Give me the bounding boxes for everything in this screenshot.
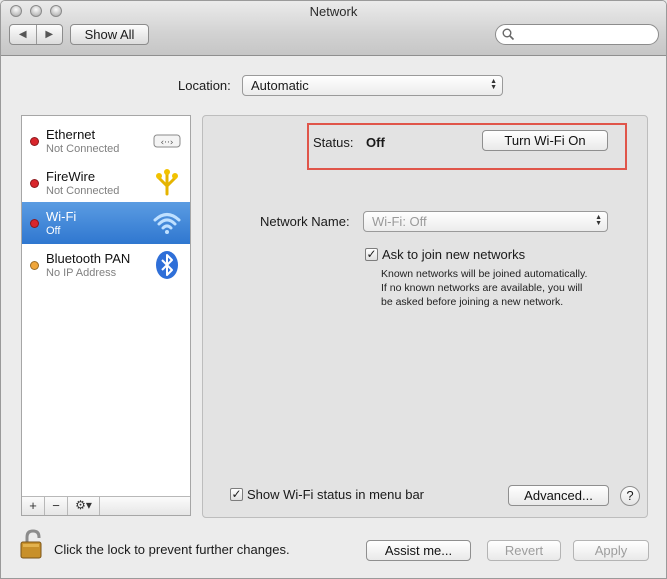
ask-to-join-checkbox[interactable]: ✓ bbox=[365, 248, 378, 261]
status-dot-icon bbox=[30, 179, 39, 188]
service-item-wifi[interactable]: Wi-Fi Off bbox=[22, 202, 190, 244]
service-name: FireWire bbox=[46, 169, 96, 184]
svg-text:‹··›: ‹··› bbox=[161, 138, 174, 148]
wifi-settings-pane bbox=[202, 115, 648, 518]
lock-message: Click the lock to prevent further change… bbox=[54, 542, 290, 557]
firewire-icon bbox=[156, 169, 178, 196]
service-name: Wi-Fi bbox=[46, 209, 77, 224]
add-service-button[interactable]: + bbox=[22, 497, 45, 515]
location-value: Automatic bbox=[251, 78, 309, 93]
service-item-bluetooth-pan[interactable]: Bluetooth PAN No IP Address bbox=[22, 244, 190, 286]
sidebar-toolbar: + − ⚙▾ bbox=[22, 496, 190, 515]
remove-service-button[interactable]: − bbox=[45, 497, 68, 515]
bluetooth-icon bbox=[156, 251, 178, 279]
show-wifi-status-checkbox[interactable]: ✓ bbox=[230, 488, 243, 501]
network-name-value: Wi-Fi: Off bbox=[372, 214, 427, 229]
status-dot-icon bbox=[30, 137, 39, 146]
forward-button[interactable]: ▶ bbox=[35, 25, 63, 44]
apply-button[interactable]: Apply bbox=[573, 540, 649, 561]
service-status: Off bbox=[46, 225, 61, 237]
service-status: Not Connected bbox=[46, 143, 120, 155]
search-field[interactable] bbox=[495, 24, 659, 45]
show-wifi-status-label: Show Wi-Fi status in menu bar bbox=[247, 487, 425, 502]
popup-arrows-icon: ▲ ▼ bbox=[595, 214, 602, 227]
ethernet-icon: ‹··› bbox=[153, 134, 181, 148]
back-forward-group: ◀ ▶ bbox=[9, 24, 63, 45]
back-button[interactable]: ◀ bbox=[10, 25, 36, 44]
service-status: Not Connected bbox=[46, 185, 120, 197]
service-name: Bluetooth PAN bbox=[46, 251, 131, 266]
status-value: Off bbox=[366, 135, 385, 150]
status-label: Status: bbox=[313, 135, 354, 150]
location-popup[interactable]: Automatic ▲ ▼ bbox=[242, 75, 503, 96]
show-all-button[interactable]: Show All bbox=[70, 24, 149, 45]
network-name-label: Network Name: bbox=[260, 214, 350, 229]
status-dot-icon bbox=[30, 261, 39, 270]
assist-me-button[interactable]: Assist me... bbox=[366, 540, 471, 561]
ask-to-join-help-text: Known networks will be joined automatica… bbox=[381, 267, 621, 309]
location-label: Location: bbox=[178, 78, 231, 93]
wifi-icon bbox=[153, 213, 181, 234]
help-line: be asked before joining a new network. bbox=[381, 296, 564, 308]
search-icon bbox=[502, 28, 515, 41]
network-name-popup[interactable]: Wi-Fi: Off ▲ ▼ bbox=[363, 211, 608, 232]
gear-menu-button[interactable]: ⚙▾ bbox=[68, 497, 100, 515]
title-bar: Network ◀ ▶ Show All bbox=[1, 1, 666, 56]
status-dot-icon bbox=[30, 219, 39, 228]
revert-button[interactable]: Revert bbox=[487, 540, 561, 561]
advanced-button[interactable]: Advanced... bbox=[508, 485, 609, 506]
window-title: Network bbox=[309, 4, 358, 19]
popup-arrows-icon: ▲ ▼ bbox=[490, 78, 497, 91]
help-line: Known networks will be joined automatica… bbox=[381, 268, 588, 280]
turn-wifi-on-button[interactable]: Turn Wi-Fi On bbox=[482, 130, 608, 151]
service-name: Ethernet bbox=[46, 127, 96, 142]
service-item-firewire[interactable]: FireWire Not Connected bbox=[22, 162, 190, 204]
service-status: No IP Address bbox=[46, 267, 117, 279]
service-item-ethernet[interactable]: Ethernet Not Connected ‹··› bbox=[22, 120, 190, 162]
help-line: If no known networks are available, you … bbox=[381, 282, 583, 294]
help-button[interactable]: ? bbox=[620, 486, 640, 506]
ask-to-join-label: Ask to join new networks bbox=[382, 247, 526, 262]
service-list: Ethernet Not Connected ‹··› FireWire Not… bbox=[21, 115, 191, 516]
lock-icon[interactable] bbox=[19, 528, 45, 560]
network-preferences-window: Network ◀ ▶ Show All Location: Automatic… bbox=[0, 0, 667, 579]
